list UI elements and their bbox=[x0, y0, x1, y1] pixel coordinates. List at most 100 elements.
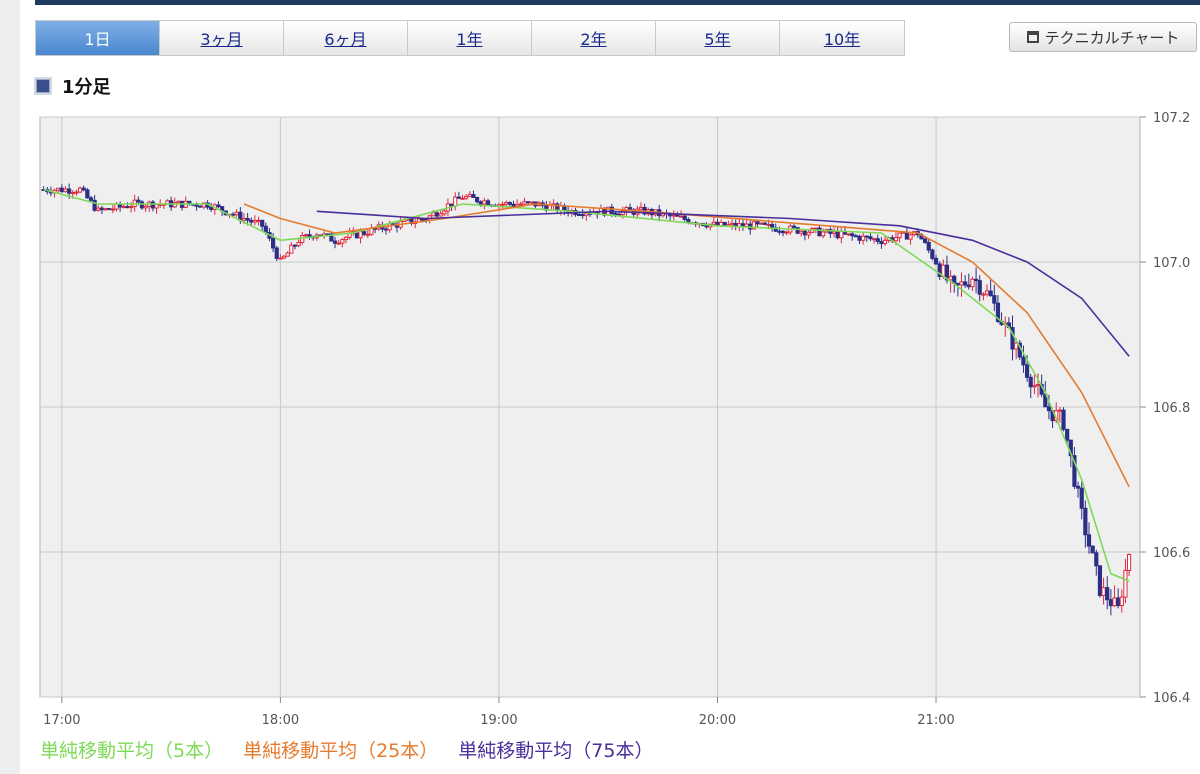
candle-body bbox=[959, 281, 964, 286]
candle-body bbox=[387, 223, 392, 231]
candle-body bbox=[846, 233, 851, 236]
candle-body bbox=[853, 235, 858, 238]
candle-body bbox=[110, 208, 115, 211]
candle-body bbox=[711, 221, 716, 225]
candle-body bbox=[762, 222, 767, 225]
candle-body bbox=[784, 231, 789, 234]
candle-body bbox=[966, 284, 971, 288]
candle-body bbox=[671, 214, 676, 217]
candle-body bbox=[81, 187, 86, 191]
candle-body bbox=[96, 207, 101, 211]
candle-body bbox=[198, 205, 203, 208]
chart-legend: 単純移動平均（5本） 単純移動平均（25本） 単純移動平均（75本） bbox=[40, 736, 653, 763]
candle-body bbox=[241, 218, 247, 221]
candle-body bbox=[56, 187, 61, 191]
candle-body bbox=[1046, 406, 1052, 412]
candle-body bbox=[63, 188, 68, 193]
candle-body bbox=[249, 219, 254, 223]
candle-body bbox=[362, 231, 367, 235]
candle-body bbox=[67, 188, 72, 194]
x-tick-label: 17:00 bbox=[43, 713, 80, 728]
candle-body bbox=[121, 206, 126, 209]
candle-body bbox=[1123, 569, 1128, 598]
candle-body bbox=[230, 213, 236, 216]
candle-body bbox=[281, 255, 287, 259]
candle-body bbox=[1112, 597, 1117, 607]
candle-body bbox=[464, 195, 469, 199]
y-tick-label: 107.0 bbox=[1153, 256, 1190, 271]
y-tick-label: 107.2 bbox=[1153, 111, 1190, 126]
candle-body bbox=[128, 206, 134, 209]
candle-body bbox=[638, 206, 644, 210]
candle-body bbox=[759, 222, 764, 225]
candle-body bbox=[420, 218, 425, 221]
candle-body bbox=[1032, 385, 1037, 388]
candle-body bbox=[59, 187, 64, 193]
candle-body bbox=[1101, 587, 1106, 596]
candle-body bbox=[365, 233, 370, 236]
candle-body bbox=[1090, 545, 1095, 554]
candle-body bbox=[1014, 342, 1019, 350]
candle-body bbox=[922, 238, 928, 243]
candle-body bbox=[343, 236, 349, 241]
x-tick-label: 18:00 bbox=[262, 713, 299, 728]
candle-body bbox=[813, 227, 818, 230]
candle-body bbox=[704, 224, 709, 228]
candle-body bbox=[777, 230, 782, 233]
candle-body bbox=[977, 280, 982, 295]
candle-body bbox=[1075, 485, 1081, 489]
candle-body bbox=[799, 230, 804, 234]
candle-body bbox=[85, 189, 90, 199]
candle-body bbox=[154, 203, 159, 209]
candle-body bbox=[525, 201, 531, 204]
candle-body bbox=[511, 203, 516, 207]
candle-body bbox=[176, 200, 181, 204]
candle-body bbox=[868, 236, 873, 240]
candle-body bbox=[1024, 364, 1030, 378]
candle-body bbox=[358, 231, 363, 239]
candle-body bbox=[256, 219, 261, 222]
candle-body bbox=[383, 228, 389, 231]
y-tick-label: 106.6 bbox=[1153, 546, 1190, 561]
candle-body bbox=[850, 233, 855, 237]
candle-body bbox=[460, 197, 465, 200]
candle-body bbox=[431, 212, 436, 217]
candle-body bbox=[449, 203, 454, 207]
candle-body bbox=[678, 215, 684, 218]
candle-body bbox=[1108, 599, 1113, 607]
candle-body bbox=[438, 213, 443, 217]
candle-body bbox=[70, 192, 75, 195]
candle-body bbox=[795, 227, 800, 234]
candle-body bbox=[791, 225, 797, 229]
candle-body bbox=[831, 231, 837, 234]
candle-body bbox=[806, 231, 811, 236]
candle-body bbox=[303, 234, 308, 237]
candle-body bbox=[576, 214, 582, 217]
candle-body bbox=[948, 275, 953, 281]
candle-body bbox=[770, 223, 775, 229]
candle-body bbox=[613, 212, 618, 215]
candle-body bbox=[103, 208, 108, 211]
candle-body bbox=[1105, 587, 1110, 601]
candle-body bbox=[875, 238, 880, 242]
candle-body bbox=[336, 242, 341, 245]
candle-body bbox=[1035, 384, 1041, 387]
candle-body bbox=[1116, 597, 1121, 607]
candle-body bbox=[136, 199, 141, 203]
candle-body bbox=[216, 204, 221, 208]
candle-body bbox=[285, 252, 290, 257]
candle-body bbox=[434, 212, 440, 217]
candle-body bbox=[442, 210, 447, 215]
candle-body bbox=[245, 218, 250, 221]
candle-body bbox=[755, 221, 760, 225]
candle-body bbox=[278, 257, 283, 260]
candle-body bbox=[456, 196, 461, 199]
candle-body bbox=[930, 249, 935, 259]
candle-body bbox=[500, 203, 505, 206]
candle-body bbox=[933, 257, 939, 265]
candle-body bbox=[92, 199, 97, 211]
candle-body bbox=[973, 278, 979, 282]
candle-body bbox=[504, 202, 509, 205]
candle-body bbox=[882, 239, 888, 245]
candle-body bbox=[507, 202, 512, 205]
